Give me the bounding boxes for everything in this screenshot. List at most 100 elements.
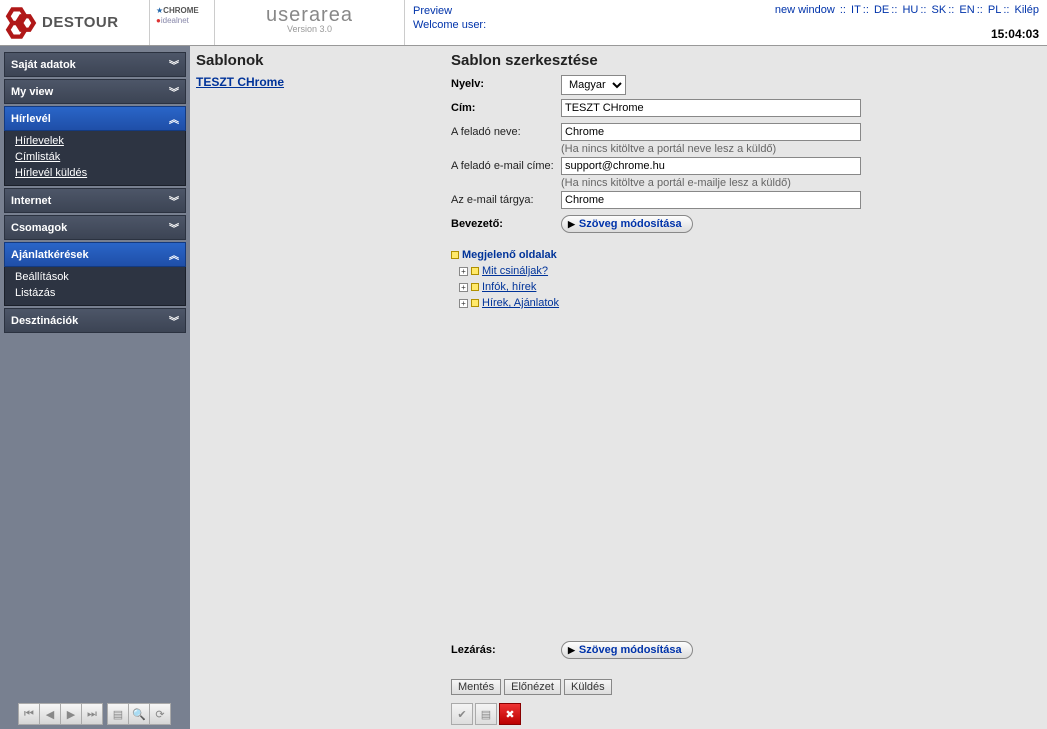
footer-icon-row: ✔ ▤ ✖: [451, 703, 521, 725]
sidebar-submenu-hirlevel: Hírlevelek Címlisták Hírlevél küldés: [4, 131, 186, 186]
preview-button[interactable]: Előnézet: [504, 679, 561, 695]
sidebar-sub-cimlistak[interactable]: Címlisták: [5, 149, 185, 165]
send-button[interactable]: Küldés: [564, 679, 612, 695]
save-button[interactable]: Mentés: [451, 679, 501, 695]
userarea-block: userarea Version 3.0: [215, 0, 405, 45]
subject-input[interactable]: [561, 191, 861, 209]
play-icon: ▶: [568, 645, 575, 656]
chevron-down-icon: ︾: [169, 84, 179, 99]
chevron-up-icon: ︽: [169, 111, 179, 126]
nav-search-icon[interactable]: 🔍: [128, 703, 150, 725]
lang-pl[interactable]: PL: [988, 4, 1001, 16]
sidebar-sub-listazas[interactable]: Listázás: [5, 285, 185, 301]
tree-root[interactable]: Megjelenő oldalak: [462, 247, 557, 263]
lang-hu[interactable]: HU: [902, 4, 918, 16]
preview-link[interactable]: Preview: [413, 4, 486, 18]
content: Sablonok TESZT CHrome Sablon szerkesztés…: [190, 46, 1047, 729]
templates-column: Sablonok TESZT CHrome: [190, 46, 445, 729]
preview-block: Preview Welcome user:: [405, 0, 494, 45]
sidebar-item-hirlevel[interactable]: Hírlevél ︽: [4, 106, 186, 131]
nav-doc-icon[interactable]: ▤: [107, 703, 129, 725]
sidebar-sub-hirlevelek[interactable]: Hírlevelek: [5, 133, 185, 149]
chevron-up-icon: ︽: [169, 247, 179, 262]
lang-sk[interactable]: SK: [932, 4, 947, 16]
pages-tree: Megjelenő oldalak + Mit csináljak? + Inf…: [451, 247, 1037, 311]
tree-node-icon: [471, 283, 479, 291]
logo-text: DESTOUR: [42, 14, 119, 31]
sidebar-item-label: Csomagok: [11, 222, 67, 234]
label-language: Nyelv:: [451, 75, 561, 90]
userarea-title: userarea: [215, 6, 404, 24]
nav-last-icon[interactable]: ⏭: [81, 703, 103, 725]
lang-de[interactable]: DE: [874, 4, 889, 16]
nav-first-icon[interactable]: ⏮: [18, 703, 40, 725]
sidebar-item-label: My view: [11, 86, 53, 98]
nav-next-icon[interactable]: ▶: [60, 703, 82, 725]
sidebar-item-csomagok[interactable]: Csomagok ︾: [4, 215, 186, 240]
nav-refresh-icon[interactable]: ⟳: [149, 703, 171, 725]
tree-node-icon: [451, 251, 459, 259]
userarea-version: Version 3.0: [215, 24, 404, 34]
brand-chrome: CHROME: [163, 6, 199, 15]
lang-en[interactable]: EN: [959, 4, 974, 16]
header: DESTOUR ★CHROME ●idealnet userarea Versi…: [0, 0, 1047, 46]
sender-name-hint: (Ha nincs kitöltve a portál neve lesz a …: [561, 143, 1037, 155]
sidebar-item-my-view[interactable]: My view ︾: [4, 79, 186, 104]
templates-heading: Sablonok: [196, 52, 435, 69]
welcome-user: Welcome user:: [413, 18, 486, 32]
tree-child-1[interactable]: Infók, hírek: [482, 279, 536, 295]
label-sender-name: A feladó neve:: [451, 123, 561, 138]
sender-email-hint: (Ha nincs kitöltve a portál e-mailje les…: [561, 177, 1037, 189]
label-intro: Bevezető:: [451, 215, 561, 230]
editor-column: Sablon szerkesztése Nyelv: Magyar Cím: A…: [445, 46, 1047, 729]
chevron-down-icon: ︾: [169, 193, 179, 208]
tree-expand-icon[interactable]: +: [459, 299, 468, 308]
sidebar-item-sajat-adatok[interactable]: Saját adatok ︾: [4, 52, 186, 77]
sender-name-input[interactable]: [561, 123, 861, 141]
check-icon[interactable]: ✔: [451, 703, 473, 725]
label-title: Cím:: [451, 99, 561, 114]
tree-child-0[interactable]: Mit csináljak?: [482, 263, 548, 279]
nav-prev-icon[interactable]: ◀: [39, 703, 61, 725]
sidebar-sub-hirlevel-kuldes[interactable]: Hírlevél küldés: [5, 165, 185, 181]
modify-intro-button[interactable]: ▶ Szöveg módosítása: [561, 215, 693, 233]
chevron-down-icon: ︾: [169, 220, 179, 235]
tree-node-icon: [471, 267, 479, 275]
label-closing: Lezárás:: [451, 641, 561, 656]
logo-block: DESTOUR: [0, 0, 150, 45]
label-sender-email: A feladó e-mail címe:: [451, 157, 561, 172]
delete-icon[interactable]: ✖: [499, 703, 521, 725]
list-icon[interactable]: ▤: [475, 703, 497, 725]
sidebar-sub-beallitasok[interactable]: Beállítások: [5, 269, 185, 285]
tree-expand-icon[interactable]: +: [459, 267, 468, 276]
partner-brands: ★CHROME ●idealnet: [150, 0, 215, 45]
sidebar: Saját adatok ︾ My view ︾ Hírlevél ︽ Hírl…: [0, 46, 190, 729]
logout-link[interactable]: Kilép: [1015, 4, 1039, 16]
chevron-down-icon: ︾: [169, 57, 179, 72]
sidebar-item-label: Desztinációk: [11, 315, 78, 327]
sidebar-item-label: Ajánlatkérések: [11, 249, 89, 261]
lang-it[interactable]: IT: [851, 4, 861, 16]
sidebar-item-desztinaciok[interactable]: Desztinációk ︾: [4, 308, 186, 333]
sidebar-item-internet[interactable]: Internet ︾: [4, 188, 186, 213]
button-label: Szöveg módosítása: [579, 218, 682, 230]
sidebar-item-label: Saját adatok: [11, 59, 76, 71]
sidebar-item-ajanlatkeresek[interactable]: Ajánlatkérések ︽: [4, 242, 186, 267]
title-input[interactable]: [561, 99, 861, 117]
sender-email-input[interactable]: [561, 157, 861, 175]
top-right-links: new window :: IT:: DE:: HU:: SK:: EN:: P…: [775, 4, 1039, 16]
sidebar-nav-footer: ⏮ ◀ ▶ ⏭ ▤ 🔍 ⟳: [4, 703, 186, 725]
language-select[interactable]: Magyar: [561, 75, 626, 95]
new-window-link[interactable]: new window: [775, 4, 835, 16]
label-subject: Az e-mail tárgya:: [451, 191, 561, 206]
modify-closing-button[interactable]: ▶ Szöveg módosítása: [561, 641, 693, 659]
tree-expand-icon[interactable]: +: [459, 283, 468, 292]
editor-heading: Sablon szerkesztése: [451, 52, 1037, 69]
tree-child-2[interactable]: Hírek, Ajánlatok: [482, 295, 559, 311]
sidebar-item-label: Hírlevél: [11, 113, 51, 125]
action-buttons-row: Mentés Előnézet Küldés: [451, 679, 1037, 695]
play-icon: ▶: [568, 219, 575, 230]
brand-idealnet: idealnet: [161, 16, 189, 25]
clock: 15:04:03: [991, 27, 1039, 41]
template-link[interactable]: TESZT CHrome: [196, 75, 284, 89]
